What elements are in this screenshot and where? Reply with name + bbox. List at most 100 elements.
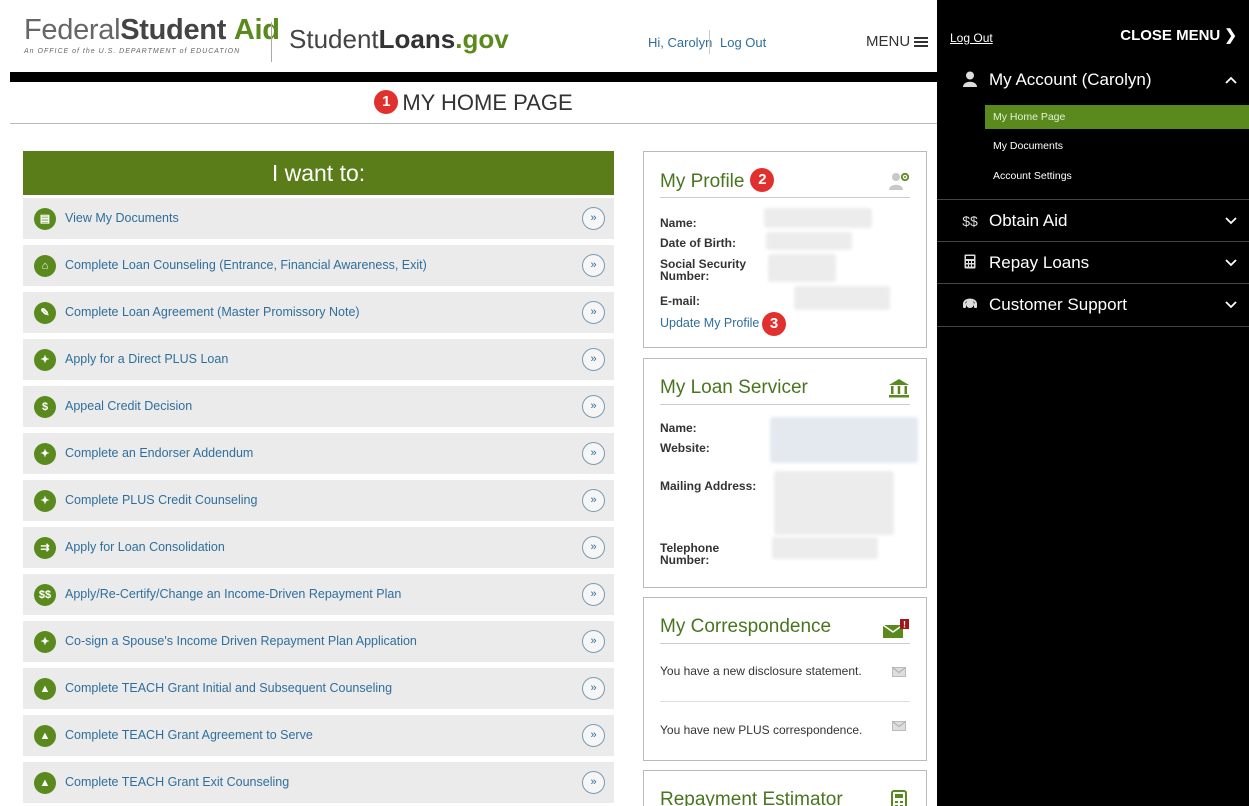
logo-word-aid: Aid	[233, 14, 280, 46]
bank-icon: ⌂	[34, 255, 56, 277]
want-item-label[interactable]: Complete TEACH Grant Agreement to Serve	[65, 728, 313, 742]
logo-tagline: An OFFICE of the U.S. DEPARTMENT of EDUC…	[24, 48, 241, 55]
want-item[interactable]: $$ Apply/Re-Certify/Change an Income-Driv…	[23, 574, 614, 615]
want-item[interactable]: $ Appeal Credit Decision »	[23, 386, 614, 427]
want-item[interactable]: ✦ Complete PLUS Credit Counseling »	[23, 480, 614, 521]
my-loan-servicer-card: My Loan Servicer Name: Website: Mailing …	[643, 358, 927, 588]
chevron-double-right-icon[interactable]: »	[582, 536, 605, 559]
want-item-label[interactable]: Complete TEACH Grant Exit Counseling	[65, 775, 289, 789]
menu-item-my-documents[interactable]: My Documents	[985, 134, 1249, 158]
want-item-label[interactable]: Apply for Loan Consolidation	[65, 540, 225, 554]
federal-student-aid-logo[interactable]: FederalStudent Aid An OFFICE of the U.S.…	[24, 14, 280, 55]
family-icon: ✦	[34, 349, 56, 371]
profile-email-value-redacted	[794, 286, 890, 310]
profile-dob-value-redacted	[766, 232, 852, 250]
servicer-name-label: Name:	[660, 421, 697, 435]
want-item-label[interactable]: Co-sign a Spouse's Income Driven Repayme…	[65, 634, 417, 648]
chevron-double-right-icon[interactable]: »	[582, 395, 605, 418]
logo-word-student: Student	[120, 14, 227, 46]
want-item-label[interactable]: Apply/Re-Certify/Change an Income-Driven…	[65, 587, 401, 601]
studentloans-gov-logo[interactable]: StudentLoans.gov	[289, 24, 509, 54]
chevron-right-icon: ❯	[1224, 27, 1237, 44]
chevron-down-icon	[1225, 255, 1237, 270]
want-item[interactable]: ✦ Complete an Endorser Addendum »	[23, 433, 614, 474]
dollar-circle-icon: $	[34, 396, 56, 418]
header-separator	[709, 30, 710, 54]
want-item[interactable]: ⌂ Complete Loan Counseling (Entrance, Fin…	[23, 245, 614, 286]
want-item[interactable]: ✎ Complete Loan Agreement (Master Promiss…	[23, 292, 614, 333]
menu-section-customer-support[interactable]: Customer Support	[937, 283, 1249, 327]
graduation-cap-icon: ▲	[34, 725, 56, 747]
want-item[interactable]: ✦ Apply for a Direct PLUS Loan »	[23, 339, 614, 380]
couple-icon: ✦	[34, 631, 56, 653]
alert-mark: !	[903, 620, 906, 630]
close-menu-label: CLOSE MENU	[1120, 27, 1221, 44]
want-item-label[interactable]: Complete Loan Agreement (Master Promisso…	[65, 305, 360, 319]
servicer-phone-redacted	[772, 537, 878, 559]
update-my-profile-link[interactable]: Update My Profile	[660, 316, 759, 330]
chevron-double-right-icon[interactable]: »	[582, 771, 605, 794]
menu-section-label: Repay Loans	[989, 253, 1090, 272]
headset-icon	[961, 296, 979, 314]
graduation-cap-icon: ▲	[34, 678, 56, 700]
i-want-to-header: I want to:	[23, 151, 614, 195]
header-logout-link[interactable]: Log Out	[720, 35, 766, 50]
envelope-icon[interactable]	[892, 666, 906, 680]
want-item-label[interactable]: Apply for a Direct PLUS Loan	[65, 352, 228, 366]
want-item-label[interactable]: Complete PLUS Credit Counseling	[65, 493, 257, 507]
user-greeting[interactable]: Hi, Carolyn	[648, 35, 712, 50]
menu-section-obtain-aid[interactable]: $$ Obtain Aid	[937, 199, 1249, 243]
correspondence-message-2[interactable]: You have new PLUS correspondence.	[660, 723, 862, 737]
people-icon: ✦	[34, 443, 56, 465]
servicer-phone-label-line2: Number:	[660, 553, 710, 567]
profile-ssn-value-redacted	[768, 254, 836, 282]
want-item-label[interactable]: Complete an Endorser Addendum	[65, 446, 253, 460]
close-menu-button[interactable]: CLOSE MENU ❯	[1120, 26, 1237, 44]
profile-email-label: E-mail:	[660, 294, 701, 308]
chevron-double-right-icon[interactable]: »	[582, 442, 605, 465]
want-item-label[interactable]: Complete Loan Counseling (Entrance, Fina…	[65, 258, 427, 272]
want-item[interactable]: ⇉ Apply for Loan Consolidation »	[23, 527, 614, 568]
chevron-double-right-icon[interactable]: »	[582, 348, 605, 371]
chevron-double-right-icon[interactable]: »	[582, 207, 605, 230]
want-item-label[interactable]: Appeal Credit Decision	[65, 399, 192, 413]
envelope-icon[interactable]	[892, 720, 906, 734]
repayment-estimator-title: Repayment Estimator	[660, 789, 843, 806]
header-black-bar	[10, 72, 937, 82]
chevron-double-right-icon[interactable]: »	[582, 724, 605, 747]
my-profile-card: My Profile 2 Name: Date of Birth: Social …	[643, 151, 927, 348]
want-item[interactable]: ▲ Complete TEACH Grant Exit Counseling »	[23, 762, 614, 803]
parent-child-icon: ✦	[34, 490, 56, 512]
menu-button[interactable]: MENU	[866, 33, 929, 50]
want-item[interactable]: ✦ Co-sign a Spouse's Income Driven Repaym…	[23, 621, 614, 662]
chevron-double-right-icon[interactable]: »	[582, 583, 605, 606]
chevron-double-right-icon[interactable]: »	[582, 301, 605, 324]
want-item-label[interactable]: View My Documents	[65, 211, 179, 225]
bank-icon	[888, 378, 910, 400]
correspondence-message-1[interactable]: You have a new disclosure statement.	[660, 664, 862, 678]
menu-item-account-settings[interactable]: Account Settings	[985, 164, 1249, 188]
my-correspondence-header: My Correspondence !	[660, 614, 910, 644]
calculator-icon	[961, 254, 979, 273]
i-want-to-panel: I want to: ▤ View My Documents » ⌂ Complete …	[23, 151, 614, 803]
want-item-label[interactable]: Complete TEACH Grant Initial and Subsequ…	[65, 681, 392, 695]
want-item[interactable]: ▤ View My Documents »	[23, 198, 614, 239]
servicer-name-website-redacted	[770, 417, 918, 463]
servicer-website-label: Website:	[660, 441, 710, 455]
page-title-text: MY HOME PAGE	[402, 90, 573, 115]
menu-section-repay-loans[interactable]: Repay Loans	[937, 241, 1249, 285]
side-menu-logout-link[interactable]: Log Out	[950, 31, 993, 45]
want-item[interactable]: ▲ Complete TEACH Grant Initial and Subseq…	[23, 668, 614, 709]
chevron-double-right-icon[interactable]: »	[582, 489, 605, 512]
chevron-double-right-icon[interactable]: »	[582, 254, 605, 277]
menu-item-my-home-page[interactable]: My Home Page	[985, 105, 1249, 129]
chevron-down-icon	[1225, 213, 1237, 228]
menu-section-my-account[interactable]: My Account (Carolyn)	[937, 59, 1249, 103]
repayment-estimator-header: Repayment Estimator	[660, 787, 910, 806]
step-badge-3: 3	[762, 312, 786, 336]
chevron-double-right-icon[interactable]: »	[582, 677, 605, 700]
servicer-mailing-address-label: Mailing Address:	[660, 479, 757, 493]
my-correspondence-card: My Correspondence ! You have a new discl…	[643, 597, 927, 761]
want-item[interactable]: ▲ Complete TEACH Grant Agreement to Serve…	[23, 715, 614, 756]
chevron-double-right-icon[interactable]: »	[582, 630, 605, 653]
